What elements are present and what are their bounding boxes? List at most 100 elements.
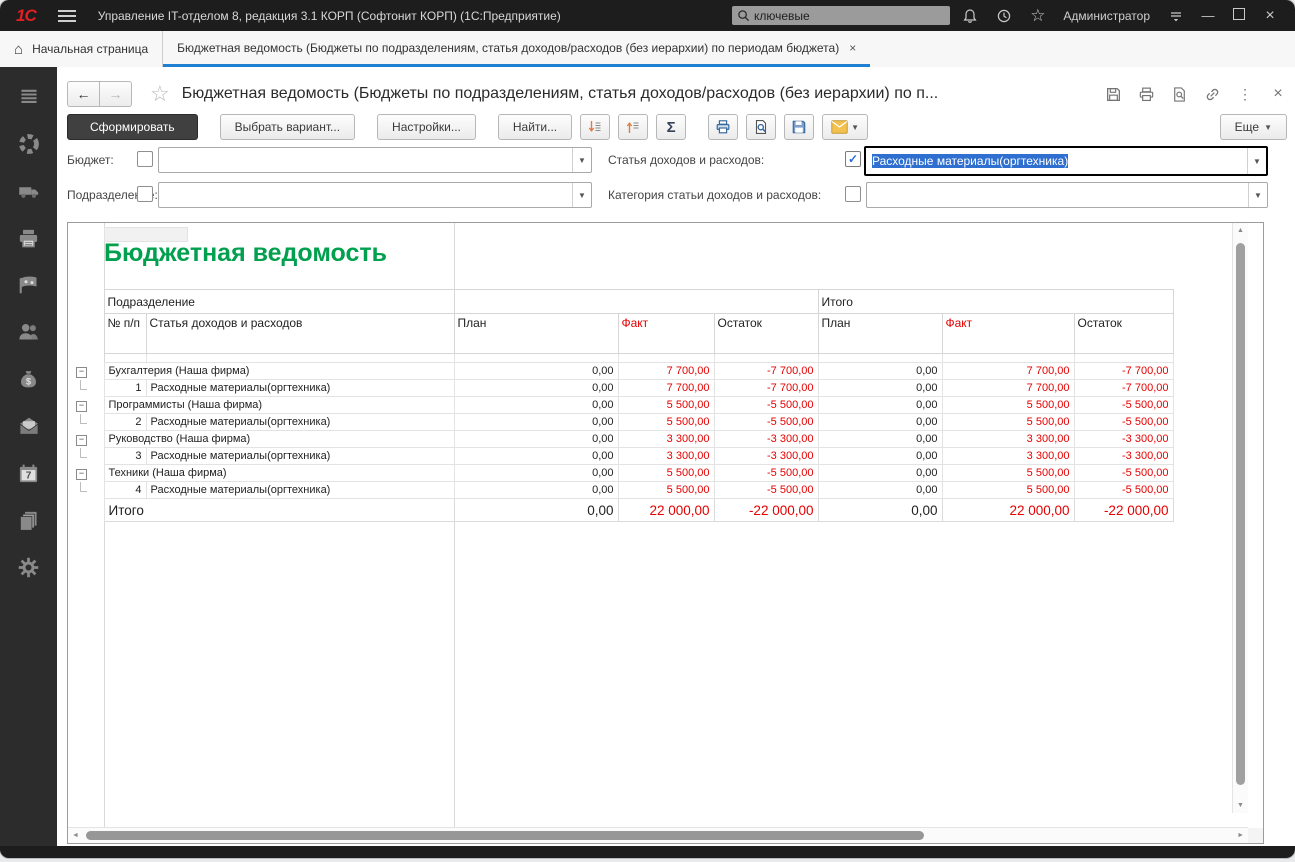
value-cell[interactable]: 0,00: [818, 448, 942, 465]
horizontal-scroll-thumb[interactable]: [86, 831, 924, 840]
group-name-cell[interactable]: Бухгалтерия (Наша фирма): [104, 363, 454, 380]
value-cell[interactable]: 5 500,00: [618, 397, 714, 414]
tree-cell[interactable]: −: [71, 363, 104, 380]
value-cell[interactable]: -22 000,00: [714, 499, 818, 522]
value-cell[interactable]: -5 500,00: [714, 414, 818, 431]
scroll-right-arrow[interactable]: ►: [1237, 828, 1244, 843]
value-cell[interactable]: 22 000,00: [942, 499, 1074, 522]
department-filter-checkbox[interactable]: ✓: [137, 186, 153, 202]
item-name-cell[interactable]: Расходные материалы(оргтехника): [146, 448, 454, 465]
section-calendar-7-icon[interactable]: 7: [9, 453, 49, 493]
value-cell[interactable]: 0,00: [454, 448, 618, 465]
value-cell[interactable]: 0,00: [454, 414, 618, 431]
global-search-input[interactable]: ключевые: [732, 6, 950, 25]
section-documents-icon[interactable]: [9, 500, 49, 540]
get-link-icon[interactable]: [1203, 85, 1221, 103]
value-cell[interactable]: 0,00: [454, 397, 618, 414]
budget-dropdown-arrow[interactable]: ▼: [572, 148, 591, 172]
value-cell[interactable]: -5 500,00: [1074, 465, 1173, 482]
print-icon[interactable]: [1137, 85, 1155, 103]
group-row[interactable]: −Программисты (Наша фирма)0,005 500,00-5…: [71, 397, 1173, 414]
category-filter-combo[interactable]: ▼: [866, 182, 1268, 208]
back-button[interactable]: ←: [67, 81, 100, 107]
value-cell[interactable]: 7 700,00: [942, 380, 1074, 397]
tree-cell[interactable]: −: [71, 397, 104, 414]
value-cell[interactable]: 0,00: [818, 380, 942, 397]
vertical-scroll-thumb[interactable]: [1236, 243, 1245, 785]
forward-button[interactable]: →: [100, 81, 132, 107]
budget-filter-checkbox[interactable]: ✓: [137, 151, 153, 167]
print-color-button[interactable]: [708, 114, 738, 140]
value-cell[interactable]: 0,00: [454, 499, 618, 522]
item-name-cell[interactable]: Расходные материалы(оргтехника): [146, 414, 454, 431]
expand-groups-button[interactable]: [580, 114, 610, 140]
value-cell[interactable]: 0,00: [454, 465, 618, 482]
tab-budget-report[interactable]: Бюджетная ведомость (Бюджеты по подразде…: [163, 31, 870, 67]
group-name-cell[interactable]: Руководство (Наша фирма): [104, 431, 454, 448]
value-cell[interactable]: 7 700,00: [618, 380, 714, 397]
value-cell[interactable]: 5 500,00: [942, 465, 1074, 482]
item-filter-checkbox[interactable]: ✓: [845, 151, 861, 167]
section-map-flag-icon[interactable]: [9, 265, 49, 305]
item-name-cell[interactable]: Расходные материалы(оргтехника): [146, 380, 454, 397]
find-button[interactable]: Найти...: [498, 114, 572, 140]
value-cell[interactable]: 5 500,00: [942, 397, 1074, 414]
section-lifebuoy-icon[interactable]: [9, 124, 49, 164]
value-cell[interactable]: 0,00: [454, 431, 618, 448]
value-cell[interactable]: -3 300,00: [714, 431, 818, 448]
collapse-group-icon[interactable]: −: [76, 435, 87, 446]
close-window-button[interactable]: ×: [1263, 7, 1277, 25]
total-row[interactable]: Итого0,0022 000,00-22 000,000,0022 000,0…: [71, 499, 1173, 522]
item-name-cell[interactable]: Расходные материалы(оргтехника): [146, 482, 454, 499]
more-kebab-icon[interactable]: ⋮: [1236, 85, 1254, 103]
more-actions-button[interactable]: Еще▼: [1220, 114, 1287, 140]
value-cell[interactable]: -5 500,00: [1074, 414, 1173, 431]
tree-cell[interactable]: −: [71, 465, 104, 482]
tab-home-page[interactable]: ⌂ Начальная страница: [0, 31, 163, 67]
value-cell[interactable]: 22 000,00: [618, 499, 714, 522]
value-cell[interactable]: 5 500,00: [618, 414, 714, 431]
value-cell[interactable]: 0,00: [454, 363, 618, 380]
value-cell[interactable]: 3 300,00: [618, 448, 714, 465]
value-cell[interactable]: 5 500,00: [942, 414, 1074, 431]
value-cell[interactable]: 0,00: [454, 482, 618, 499]
value-cell[interactable]: 0,00: [818, 465, 942, 482]
section-truck-icon[interactable]: [9, 171, 49, 211]
section-printer-icon[interactable]: [9, 218, 49, 258]
detail-row[interactable]: 3Расходные материалы(оргтехника)0,003 30…: [71, 448, 1173, 465]
section-mail-open-icon[interactable]: [9, 406, 49, 446]
group-name-cell[interactable]: Программисты (Наша фирма): [104, 397, 454, 414]
value-cell[interactable]: -3 300,00: [714, 448, 818, 465]
send-email-button[interactable]: ▼: [822, 114, 868, 140]
department-dropdown-arrow[interactable]: ▼: [572, 183, 591, 207]
current-user[interactable]: Администратор: [1063, 9, 1150, 23]
value-cell[interactable]: -7 700,00: [714, 380, 818, 397]
service-menu-icon[interactable]: [1167, 7, 1184, 24]
notifications-bell-icon[interactable]: [961, 7, 978, 24]
close-form-icon[interactable]: ×: [1269, 85, 1287, 103]
value-cell[interactable]: -5 500,00: [714, 465, 818, 482]
horizontal-scrollbar[interactable]: ◄ ►: [68, 827, 1248, 843]
group-name-cell[interactable]: Техники (Наша фирма): [104, 465, 454, 482]
preview-color-button[interactable]: [746, 114, 776, 140]
detail-row[interactable]: 2Расходные материалы(оргтехника)0,005 50…: [71, 414, 1173, 431]
favorites-star-icon[interactable]: ☆: [1029, 7, 1046, 24]
history-icon[interactable]: [995, 7, 1012, 24]
budget-filter-combo[interactable]: ▼: [158, 147, 592, 173]
collapse-group-icon[interactable]: −: [76, 401, 87, 412]
detail-row[interactable]: 4Расходные материалы(оргтехника)0,005 50…: [71, 482, 1173, 499]
collapse-groups-button[interactable]: [618, 114, 648, 140]
value-cell[interactable]: -5 500,00: [1074, 482, 1173, 499]
add-favorite-star-icon[interactable]: ☆: [150, 81, 170, 107]
value-cell[interactable]: 5 500,00: [618, 482, 714, 499]
group-row[interactable]: −Руководство (Наша фирма)0,003 300,00-3 …: [71, 431, 1173, 448]
value-cell[interactable]: 7 700,00: [942, 363, 1074, 380]
item-filter-combo[interactable]: Расходные материалы(оргтехника) ▼: [864, 146, 1268, 176]
vertical-scrollbar[interactable]: ▲ ▼: [1232, 223, 1248, 813]
value-cell[interactable]: -5 500,00: [1074, 397, 1173, 414]
value-cell[interactable]: 0,00: [818, 363, 942, 380]
category-filter-checkbox[interactable]: ✓: [845, 186, 861, 202]
value-cell[interactable]: 0,00: [818, 482, 942, 499]
value-cell[interactable]: 5 500,00: [942, 482, 1074, 499]
section-users-icon[interactable]: [9, 312, 49, 352]
